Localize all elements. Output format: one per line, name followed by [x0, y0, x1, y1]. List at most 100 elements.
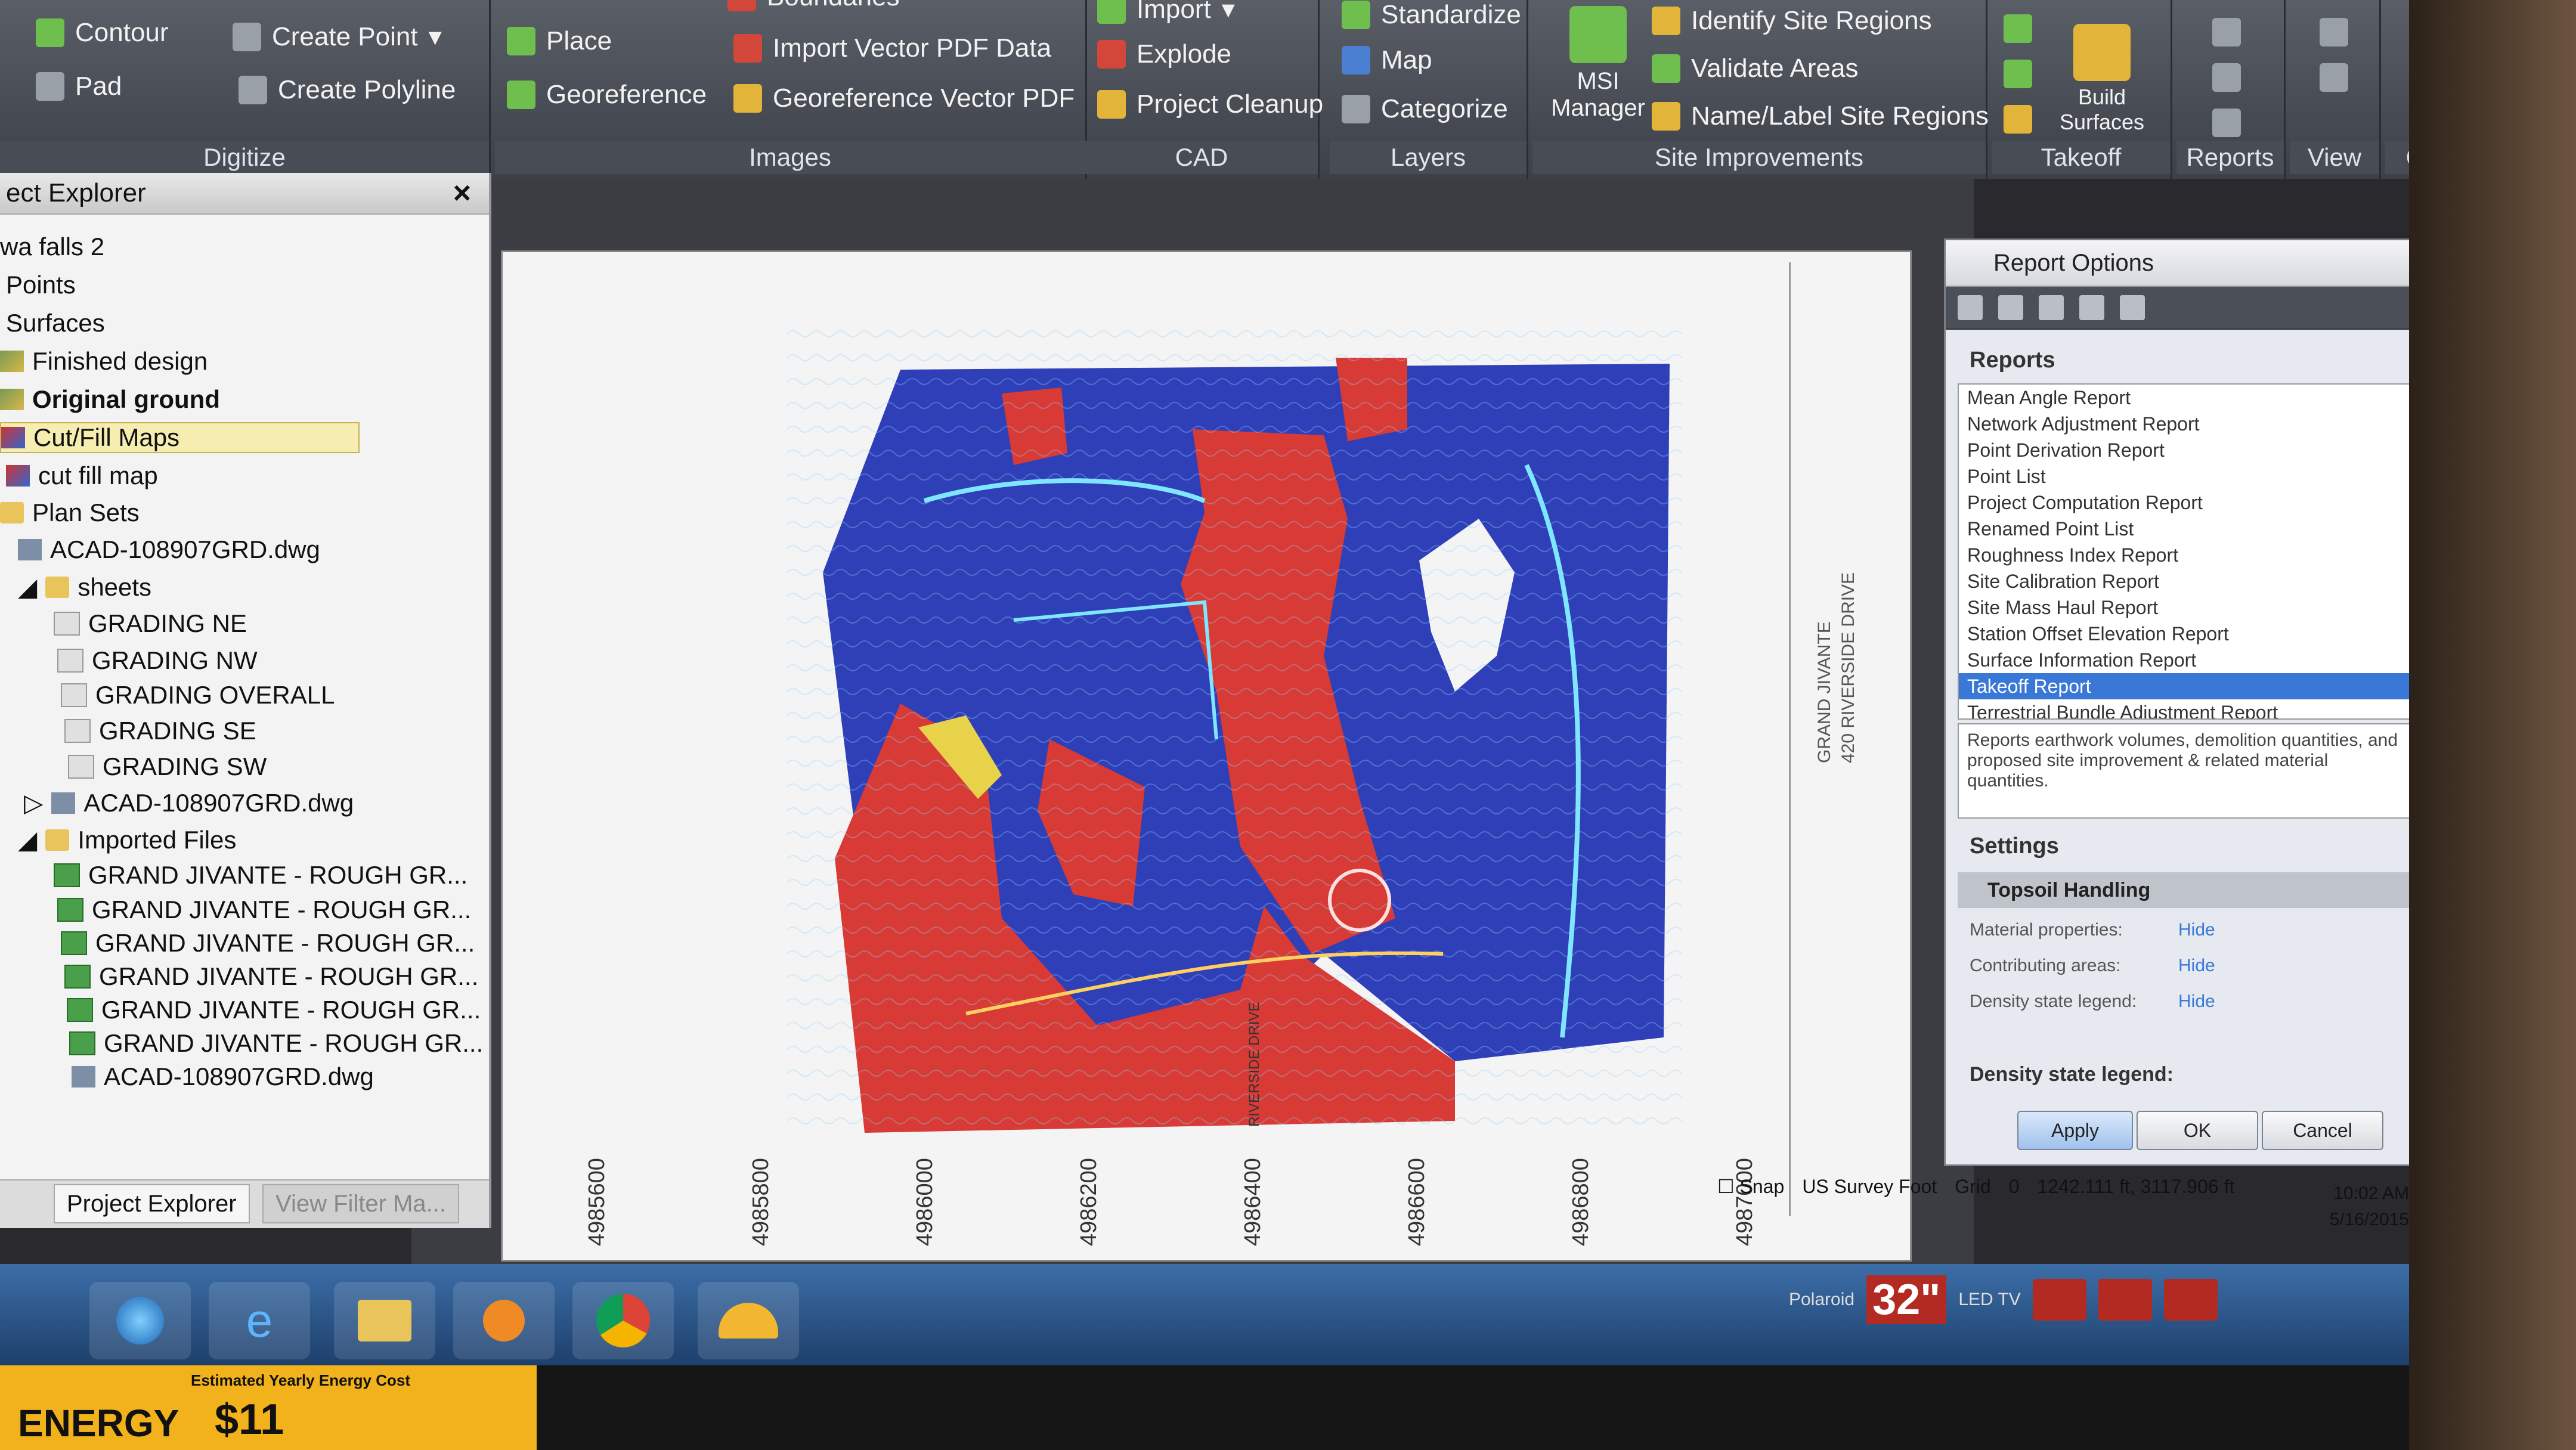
boundaries-button[interactable]: Boundaries [727, 0, 900, 12]
reports-tool-button-2[interactable] [2212, 63, 2241, 92]
tree-item-finished-design[interactable]: Finished design [0, 347, 208, 376]
grid-toggle[interactable]: Grid [1955, 1176, 1990, 1198]
report-icon [2212, 109, 2241, 137]
tree-item-sheet[interactable]: GRADING SW [68, 752, 267, 781]
tree-item-cut-fill-map[interactable]: cut fill map [6, 461, 158, 490]
background-wall [2409, 0, 2576, 1450]
standardize-button[interactable]: Standardize [1342, 0, 1521, 30]
tree-item-sheet[interactable]: GRADING NW [57, 646, 258, 675]
taskbar-explorer[interactable] [334, 1282, 435, 1359]
report-list-item[interactable]: Mean Angle Report [1959, 385, 2418, 411]
view-tool-button-1[interactable] [2320, 18, 2348, 47]
filter-icon[interactable] [1958, 295, 1983, 320]
taskbar-ie[interactable]: e [209, 1282, 310, 1359]
tree-item-points[interactable]: Points [6, 271, 76, 299]
material-properties-value[interactable]: Hide [2178, 920, 2215, 940]
import-vector-pdf-button[interactable]: Import Vector PDF Data [733, 33, 1051, 63]
tree-item-dwg[interactable]: ACAD-108907GRD.dwg [72, 1062, 374, 1091]
new-icon[interactable] [2039, 295, 2064, 320]
view-tool-button-2[interactable] [2320, 63, 2348, 92]
import-button[interactable]: Import ▾ [1097, 0, 1235, 24]
georeference-button[interactable]: Georeference [507, 80, 707, 110]
tree-item-sheet[interactable]: GRADING NE [54, 609, 247, 638]
pad-button[interactable]: Pad [36, 72, 122, 101]
tree-item-sheet[interactable]: GRADING SE [64, 717, 256, 745]
cancel-button[interactable]: Cancel [2262, 1111, 2383, 1150]
apply-button[interactable]: Apply [2017, 1111, 2133, 1150]
project-explorer-title: ect Explorer [6, 178, 146, 207]
cut-fill-map[interactable] [787, 322, 1682, 1133]
system-clock[interactable]: 10:02 AM 5/16/2015 [2123, 1183, 2409, 1243]
tree-item-original-ground[interactable]: Original ground [0, 385, 220, 414]
tree-item-imported-files[interactable]: ◢ Imported Files [18, 825, 236, 854]
expand-arrow-icon[interactable]: ◢ [18, 572, 37, 602]
report-list-item[interactable]: Station Offset Elevation Report [1959, 621, 2418, 647]
contributing-areas-value[interactable]: Hide [2178, 956, 2215, 976]
taskbar-media-player[interactable] [453, 1282, 555, 1359]
identify-site-regions-button[interactable]: Identify Site Regions [1652, 6, 1932, 36]
tab-view-filter[interactable]: View Filter Ma... [262, 1184, 459, 1223]
report-list-item[interactable]: Site Mass Haul Report [1959, 594, 2418, 621]
tree-item-sheet[interactable]: GRADING OVERALL [61, 681, 335, 709]
tree-item-cut-fill-maps[interactable]: Cut/Fill Maps [0, 422, 360, 453]
taskbar-business-center[interactable] [698, 1282, 799, 1359]
report-list-item[interactable]: Point Derivation Report [1959, 437, 2418, 463]
report-list-item[interactable]: Network Adjustment Report [1959, 411, 2418, 437]
tree-item-surfaces[interactable]: Surfaces [6, 309, 105, 337]
explode-button[interactable]: Explode [1097, 39, 1231, 69]
tree-item-dwg[interactable]: ACAD-108907GRD.dwg [18, 535, 320, 564]
georeference-vector-pdf-button[interactable]: Georeference Vector PDF [733, 83, 1075, 113]
reports-list[interactable]: Mean Angle Report Network Adjustment Repo… [1958, 383, 2419, 720]
msi-manager-button[interactable]: MSI Manager [1544, 6, 1652, 122]
report-list-item[interactable]: Project Computation Report [1959, 489, 2418, 516]
snap-toggle[interactable]: ☐ Snap [1717, 1175, 1784, 1198]
import-icon [1097, 0, 1126, 24]
footer-property-label: Density state legend: [1970, 1063, 2174, 1086]
report-list-item[interactable]: Roughness Index Report [1959, 542, 2418, 568]
report-list-item[interactable]: Renamed Point List [1959, 516, 2418, 542]
create-polyline-button[interactable]: Create Polyline [239, 75, 456, 105]
tab-project-explorer[interactable]: Project Explorer [54, 1184, 250, 1223]
takeoff-tool-button-3[interactable] [2004, 105, 2032, 134]
map-button[interactable]: Map [1342, 45, 1432, 75]
report-list-item[interactable]: Surface Information Report [1959, 647, 2418, 673]
ok-button[interactable]: OK [2137, 1111, 2258, 1150]
report-list-item[interactable]: Terrestrial Bundle Adjustment Report [1959, 699, 2418, 718]
density-state-legend-value[interactable]: Hide [2178, 992, 2215, 1012]
report-list-item[interactable]: Takeoff Report [1959, 673, 2418, 699]
report-list-item[interactable]: Point List [1959, 463, 2418, 489]
reports-tool-button-3[interactable] [2212, 109, 2241, 137]
expand-arrow-icon[interactable]: ▷ [24, 788, 43, 817]
tree-item-imported-pdf[interactable]: GRAND JIVANTE - ROUGH GR... [54, 861, 467, 890]
taskbar-chrome[interactable] [572, 1282, 674, 1359]
report-options-title: Report Options [1993, 250, 2154, 276]
tree-item-imported-pdf[interactable]: GRAND JIVANTE - ROUGH GR... [64, 962, 478, 991]
tree-item-imported-pdf[interactable]: GRAND JIVANTE - ROUGH GR... [69, 1029, 483, 1058]
name-label-site-regions-button[interactable]: Name/Label Site Regions [1652, 101, 1989, 131]
close-icon[interactable]: × [453, 173, 471, 213]
contour-button[interactable]: Contour [36, 18, 169, 48]
topsoil-handling-section[interactable]: Topsoil Handling [1958, 872, 2423, 908]
start-button[interactable] [89, 1282, 191, 1359]
tree-item-imported-pdf[interactable]: GRAND JIVANTE - ROUGH GR... [61, 929, 475, 958]
build-surfaces-button[interactable]: Build Surfaces [2057, 24, 2147, 135]
tree-item-sheets[interactable]: ◢ sheets [18, 572, 151, 602]
save-icon[interactable] [1998, 295, 2023, 320]
tree-item-imported-pdf[interactable]: GRAND JIVANTE - ROUGH GR... [57, 896, 471, 924]
validate-areas-button[interactable]: Validate Areas [1652, 54, 1858, 83]
project-cleanup-button[interactable]: Project Cleanup [1097, 89, 1323, 119]
tree-item-dwg[interactable]: ▷ ACAD-108907GRD.dwg [24, 788, 354, 817]
expand-arrow-icon[interactable]: ◢ [18, 825, 37, 854]
place-button[interactable]: Place [507, 26, 612, 56]
open-icon[interactable] [2079, 295, 2104, 320]
reports-tool-button-1[interactable] [2212, 18, 2241, 47]
tree-item-project[interactable]: wa falls 2 [0, 233, 104, 261]
create-point-button[interactable]: Create Point ▾ [233, 21, 442, 52]
takeoff-tool-button-2[interactable] [2004, 60, 2032, 88]
report-list-item[interactable]: Site Calibration Report [1959, 568, 2418, 594]
delete-icon[interactable] [2120, 295, 2145, 320]
takeoff-tool-button-1[interactable] [2004, 14, 2032, 43]
tree-item-imported-pdf[interactable]: GRAND JIVANTE - ROUGH GR... [67, 996, 481, 1024]
tree-item-plan-sets[interactable]: Plan Sets [0, 498, 140, 527]
categorize-button[interactable]: Categorize [1342, 94, 1508, 124]
